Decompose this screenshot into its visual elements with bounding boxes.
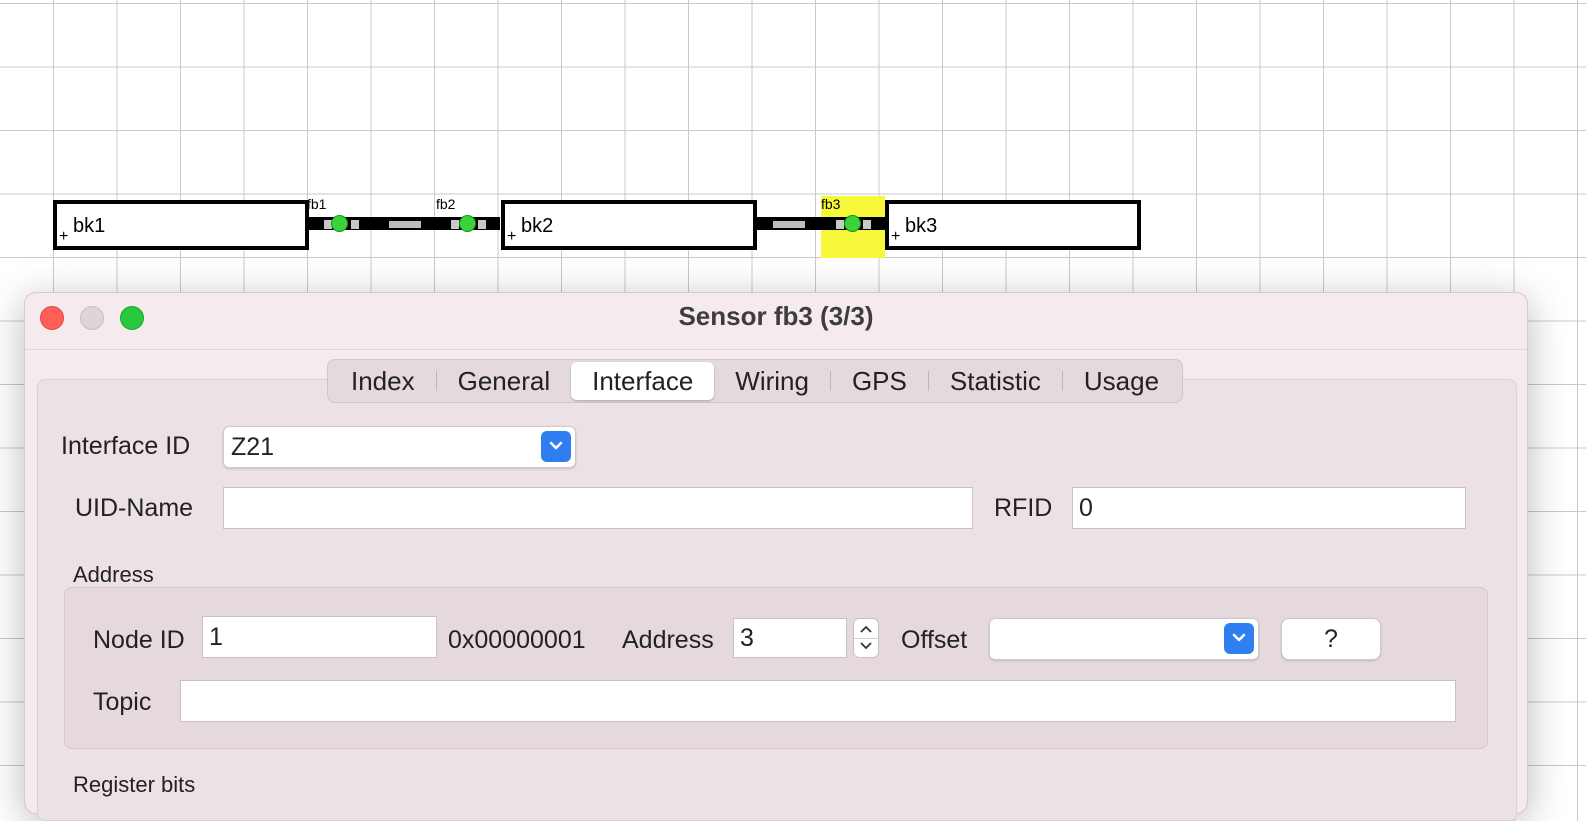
rail-tie [836, 220, 844, 229]
address-stepper[interactable] [853, 618, 879, 658]
block-plus-marker: + [59, 228, 69, 245]
tab-general[interactable]: General [437, 362, 572, 400]
offset-select[interactable] [989, 618, 1259, 660]
chevron-down-icon[interactable] [1224, 623, 1254, 654]
sensor-fb2[interactable] [459, 215, 476, 232]
stepper-down-button[interactable] [854, 638, 878, 657]
tab-bar: Index General Interface Wiring GPS Stati… [327, 359, 1184, 403]
uid-name-input[interactable] [223, 487, 973, 529]
straight-track [773, 221, 805, 228]
rfid-label: RFID [994, 494, 1053, 522]
register-bits-group-title: Register bits [73, 772, 196, 797]
block-label: bk3 [905, 215, 938, 237]
block-plus-marker: + [891, 228, 901, 245]
sensor-fb3[interactable] [844, 215, 861, 232]
topic-input[interactable] [180, 680, 1456, 722]
node-id-hex: 0x00000001 [448, 626, 586, 654]
interface-tab-panel: Interface ID Z21 UID-Name RFID Address N… [37, 379, 1517, 821]
topic-label: Topic [93, 688, 152, 716]
rail-tie [451, 220, 459, 229]
chevron-down-icon[interactable] [541, 431, 571, 462]
straight-track [389, 221, 421, 228]
tab-statistic[interactable]: Statistic [929, 362, 1062, 400]
rail-tie [863, 220, 871, 229]
chevron-down-icon [860, 642, 872, 650]
stepper-up-button[interactable] [854, 619, 878, 639]
block-bk3[interactable]: + bk3 [885, 200, 1141, 250]
sensor-properties-dialog: Sensor fb3 (3/3) Index General Interface… [24, 292, 1528, 821]
tab-interface[interactable]: Interface [571, 362, 715, 400]
block-plus-marker: + [507, 228, 517, 245]
interface-id-label: Interface ID [61, 432, 191, 460]
tab-gps[interactable]: GPS [831, 362, 928, 400]
offset-label: Offset [901, 626, 968, 654]
tab-wiring[interactable]: Wiring [714, 362, 830, 400]
block-label: bk1 [73, 215, 106, 237]
tab-index[interactable]: Index [330, 362, 436, 400]
dialog-title: Sensor fb3 (3/3) [678, 301, 874, 331]
address-label: Address [622, 626, 714, 654]
address-group: Node ID 0x00000001 Address Offset ? [64, 587, 1488, 749]
tab-usage[interactable]: Usage [1063, 362, 1180, 400]
block-bk1[interactable]: + bk1 [53, 200, 309, 250]
chevron-up-icon [860, 625, 872, 633]
address-input[interactable] [733, 618, 847, 658]
sensor-fb2-label: fb2 [436, 196, 456, 212]
help-button[interactable]: ? [1281, 618, 1381, 660]
sensor-fb1-label: fb1 [307, 196, 327, 212]
node-id-label: Node ID [93, 626, 185, 654]
node-id-input[interactable] [202, 616, 437, 658]
address-group-title: Address [73, 562, 154, 587]
block-bk2[interactable]: + bk2 [501, 200, 757, 250]
block-label: bk2 [521, 215, 554, 237]
title-bar: Sensor fb3 (3/3) [25, 293, 1527, 350]
rail-tie [478, 220, 486, 229]
rfid-input[interactable] [1072, 487, 1466, 529]
interface-id-select[interactable]: Z21 [223, 426, 576, 468]
sensor-fb1[interactable] [331, 215, 348, 232]
interface-id-value: Z21 [231, 433, 275, 461]
sensor-fb3-label: fb3 [821, 196, 841, 212]
uid-name-label: UID-Name [75, 494, 194, 522]
rail-tie [351, 220, 359, 229]
